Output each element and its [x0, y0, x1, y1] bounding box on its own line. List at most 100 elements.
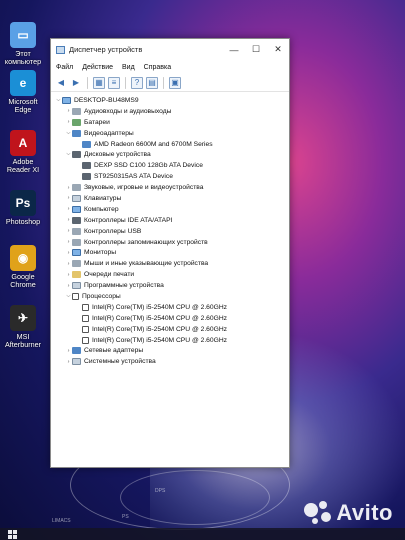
device-category[interactable]: ⌵ Процессоры [55, 291, 289, 302]
chevron-down-icon[interactable]: ⌵ [65, 151, 72, 158]
close-button[interactable]: ✕ [267, 39, 289, 60]
device-icon [82, 303, 89, 311]
device-category[interactable]: › Компьютер [55, 204, 289, 215]
wallpaper-label: PS [122, 514, 129, 520]
device-category[interactable]: › Клавиатуры [55, 193, 289, 204]
device-icon [72, 271, 81, 279]
menu-view[interactable]: Вид [122, 64, 135, 71]
device-category[interactable]: › Программные устройства [55, 280, 289, 291]
device-icon [82, 173, 91, 181]
title-bar[interactable]: Диспетчер устройств — ☐ ✕ [51, 39, 289, 60]
device-category[interactable]: › Системные устройства [55, 356, 289, 367]
desktop-shortcut[interactable]: Ps Photoshop [0, 190, 46, 226]
forward-arrow-icon[interactable]: ▶ [70, 77, 82, 89]
device-category[interactable]: › Мониторы [55, 247, 289, 258]
tree-label: Контроллеры USB [84, 227, 142, 235]
device-item[interactable]: Intel(R) Core(TM) i5-2540M CPU @ 2.60GHz [55, 324, 289, 335]
device-icon [82, 314, 89, 322]
chevron-right-icon[interactable]: › [65, 185, 72, 191]
chevron-right-icon[interactable]: › [65, 217, 72, 223]
chevron-right-icon[interactable]: › [65, 206, 72, 212]
chevron-right-icon[interactable]: › [65, 239, 72, 245]
menu-action[interactable]: Действие [82, 64, 113, 71]
device-icon [72, 216, 81, 224]
device-category[interactable]: › Сетевые адаптеры [55, 345, 289, 356]
device-manager-window[interactable]: Диспетчер устройств — ☐ ✕ Файл Действие … [50, 38, 290, 468]
device-item[interactable]: Intel(R) Core(TM) i5-2540M CPU @ 2.60GHz [55, 335, 289, 346]
desktop-shortcut[interactable]: ✈ MSI Afterburner [0, 305, 46, 349]
device-item[interactable]: Intel(R) Core(TM) i5-2540M CPU @ 2.60GHz [55, 302, 289, 313]
tree-label: Видеоадаптеры [84, 129, 134, 137]
help-icon[interactable]: ? [131, 76, 143, 89]
device-item[interactable]: DEXP SSD C100 128Gb ATA Device [55, 160, 289, 171]
tree-label: Очереди печати [84, 271, 135, 279]
back-arrow-icon[interactable]: ◀ [55, 77, 67, 89]
chevron-right-icon[interactable]: › [65, 283, 72, 289]
chevron-down-icon[interactable]: ⌵ [65, 130, 72, 137]
device-category[interactable]: › Аудиовходы и аудиовыходы [55, 106, 289, 117]
chevron-right-icon[interactable]: › [65, 359, 72, 365]
device-category[interactable]: › Батареи [55, 117, 289, 128]
minimize-button[interactable]: — [223, 39, 245, 60]
tree-label: Intel(R) Core(TM) i5-2540M CPU @ 2.60GHz [92, 325, 227, 333]
device-icon [72, 249, 81, 257]
chevron-right-icon[interactable]: › [65, 261, 72, 267]
desktop-shortcut[interactable]: A Adobe Reader XI [0, 130, 46, 174]
window-title: Диспетчер устройств [69, 45, 143, 54]
device-category[interactable]: › Контроллеры IDE ATA/ATAPI [55, 215, 289, 226]
device-category[interactable]: ⌵ Дисковые устройства [55, 149, 289, 160]
device-category[interactable]: › Контроллеры запоминающих устройств [55, 237, 289, 248]
menu-help[interactable]: Справка [144, 64, 171, 71]
device-icon [72, 118, 81, 126]
avito-wordmark: Avito [336, 500, 393, 525]
tree-root[interactable]: ⌵ DESKTOP-BU48MS9 [55, 95, 289, 106]
tree-label: Мыши и иные указывающие устройства [84, 260, 209, 268]
tree-label: Контроллеры IDE ATA/ATAPI [84, 216, 173, 224]
device-category[interactable]: › Звуковые, игровые и видеоустройства [55, 182, 289, 193]
windows-start-icon[interactable] [8, 530, 17, 539]
device-icon [82, 325, 89, 333]
chevron-right-icon[interactable]: › [65, 250, 72, 256]
tree-label: Intel(R) Core(TM) i5-2540M CPU @ 2.60GHz [92, 336, 227, 344]
tree-label: Клавиатуры [84, 194, 122, 202]
chevron-right-icon[interactable]: › [65, 119, 72, 125]
device-category[interactable]: ⌵ Видеоадаптеры [55, 128, 289, 139]
device-icon [72, 260, 81, 268]
toolbar-divider [125, 76, 126, 89]
scan-hardware-icon[interactable]: ▣ [169, 76, 181, 89]
tree-label: Intel(R) Core(TM) i5-2540M CPU @ 2.60GHz [92, 314, 227, 322]
device-icon [72, 151, 81, 159]
desktop-shortcut[interactable]: ◉ Google Chrome [0, 245, 46, 289]
chevron-right-icon[interactable]: › [65, 272, 72, 278]
desktop-shortcut-label: Microsoft Edge [8, 97, 38, 114]
chevron-down-icon[interactable]: ⌵ [55, 97, 62, 104]
device-icon [72, 282, 81, 290]
chevron-down-icon[interactable]: ⌵ [65, 293, 72, 300]
device-item[interactable]: ST9250315AS ATA Device [55, 171, 289, 182]
tree-label: Сетевые адаптеры [84, 347, 144, 355]
desktop-shortcut[interactable]: e Microsoft Edge [0, 70, 46, 114]
chevron-right-icon[interactable]: › [65, 195, 72, 201]
device-item[interactable]: Intel(R) Core(TM) i5-2540M CPU @ 2.60GHz [55, 313, 289, 324]
chevron-right-icon[interactable]: › [65, 108, 72, 114]
toolbar-divider [87, 76, 88, 89]
device-icon [82, 162, 91, 170]
device-category[interactable]: › Очереди печати [55, 269, 289, 280]
tree-label: Мониторы [84, 249, 117, 257]
device-category[interactable]: › Контроллеры USB [55, 226, 289, 237]
maximize-button[interactable]: ☐ [245, 39, 267, 60]
properties-icon[interactable]: ▦ [93, 76, 105, 89]
device-item[interactable]: AMD Radeon 6600M and 6700M Series [55, 139, 289, 150]
chevron-right-icon[interactable]: › [65, 348, 72, 354]
desktop-shortcut[interactable]: ▭ Этот компьютер [0, 22, 46, 66]
wallpaper-label: DPS [155, 488, 166, 494]
update-driver-icon[interactable]: ▤ [146, 76, 158, 89]
device-category[interactable]: › Мыши и иные указывающие устройства [55, 258, 289, 269]
device-icon [62, 96, 71, 104]
menu-file[interactable]: Файл [56, 64, 73, 71]
device-icon [72, 347, 81, 355]
list-icon[interactable]: ≡ [108, 76, 120, 89]
taskbar [0, 528, 405, 540]
afterburner-icon: ✈ [10, 305, 36, 331]
chevron-right-icon[interactable]: › [65, 228, 72, 234]
